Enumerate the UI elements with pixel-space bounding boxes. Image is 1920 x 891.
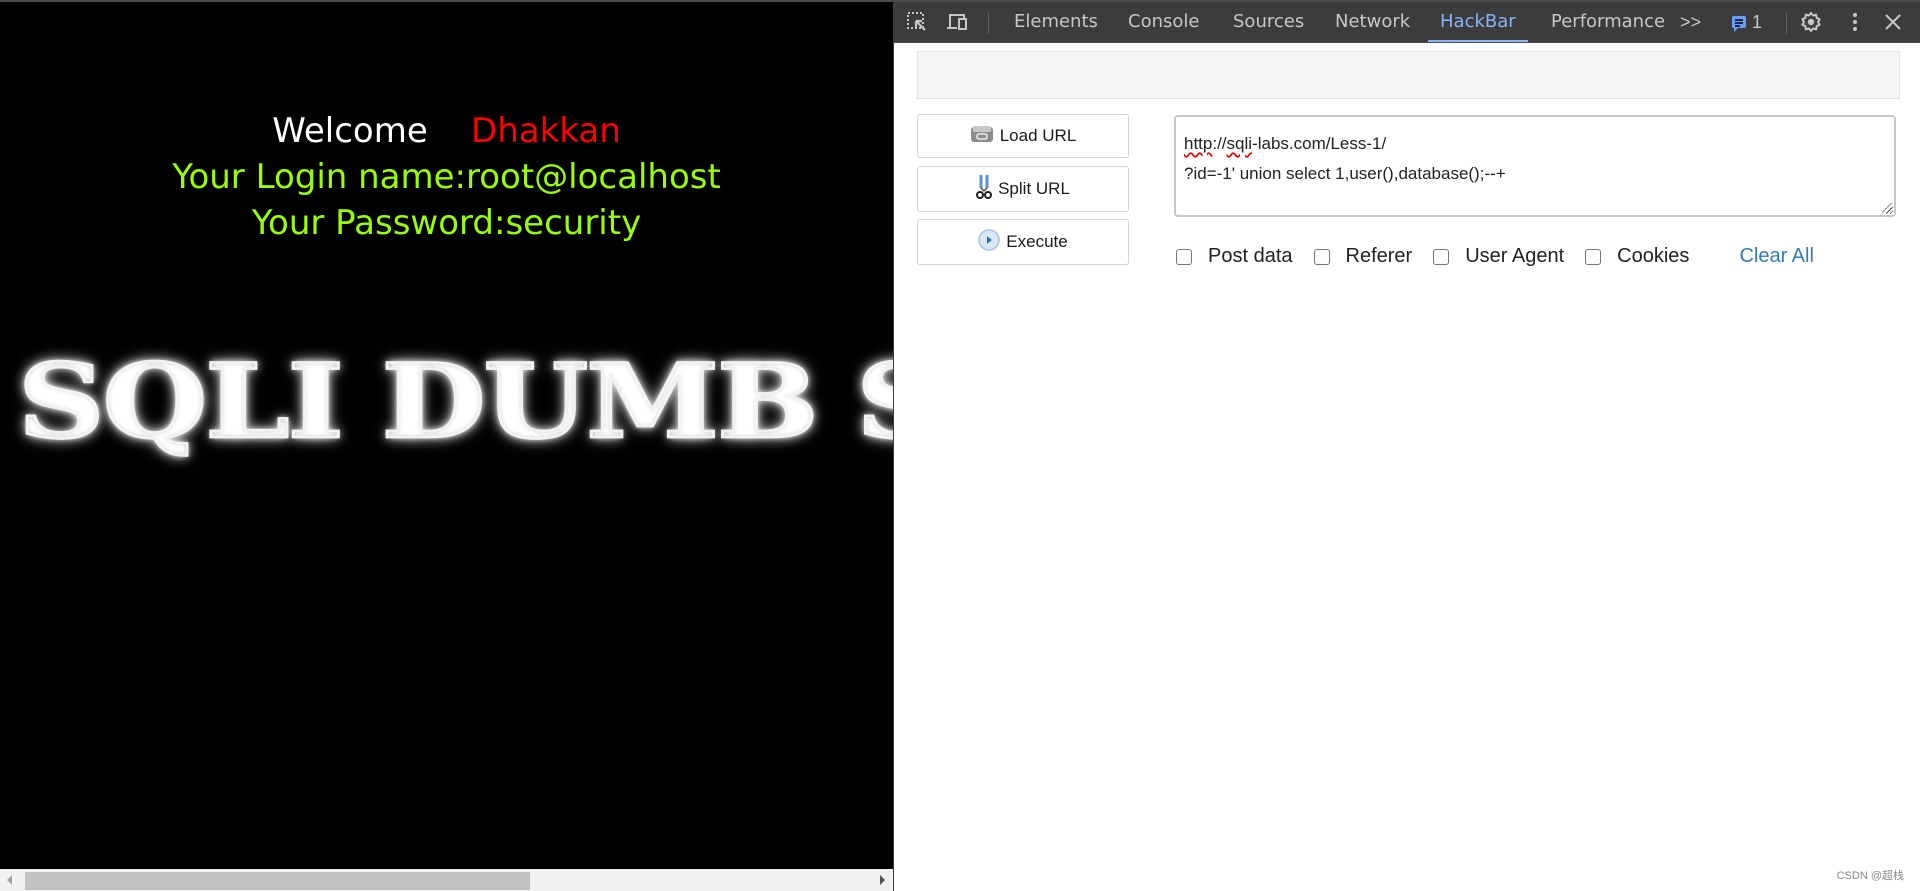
tab-sources[interactable]: Sources bbox=[1221, 2, 1316, 42]
checkbox-label: User Agent bbox=[1465, 245, 1565, 267]
password-line: Your Password:security bbox=[251, 203, 642, 243]
resize-grip-icon[interactable] bbox=[1882, 203, 1892, 213]
tab-hackbar[interactable]: HackBar bbox=[1428, 2, 1528, 42]
scroll-left-arrow-icon[interactable] bbox=[7, 875, 12, 885]
clear-all-link[interactable]: Clear All bbox=[1739, 245, 1813, 268]
issues-badge[interactable]: 1 bbox=[1732, 2, 1762, 42]
inspect-element-icon[interactable] bbox=[906, 11, 928, 33]
play-icon bbox=[978, 228, 1001, 256]
url-textarea[interactable]: http://sqli-labs.com/Less-1/ ?id=-1' uni… bbox=[1174, 115, 1896, 217]
devtools-panel: Elements Console Sources Network HackBar… bbox=[894, 2, 1920, 891]
horizontal-scrollbar[interactable] bbox=[0, 869, 893, 891]
post-data-checkbox[interactable]: Post data bbox=[1176, 245, 1293, 268]
kebab-menu-icon[interactable] bbox=[1844, 11, 1866, 33]
close-icon[interactable] bbox=[1882, 11, 1904, 33]
watermark: CSDN @超栈 bbox=[1836, 870, 1904, 882]
tab-elements[interactable]: Elements bbox=[1002, 2, 1110, 42]
devtools-tabbar: Elements Console Sources Network HackBar… bbox=[894, 2, 1920, 43]
load-url-button[interactable]: Load URL bbox=[917, 114, 1129, 158]
sqli-dumb-series-banner: SQLI DUMB SERIES bbox=[16, 341, 893, 463]
login-result-block: Welcome Dhakkan Your Login name:root@loc… bbox=[0, 108, 893, 246]
scroll-right-arrow-icon[interactable] bbox=[880, 875, 885, 885]
tab-performance[interactable]: Performance bbox=[1539, 2, 1677, 42]
cookies-checkbox[interactable]: Cookies bbox=[1585, 245, 1689, 268]
checkbox-box[interactable] bbox=[1433, 248, 1450, 265]
checkbox-box[interactable] bbox=[1585, 248, 1602, 265]
url-text-query: ?id=-1' union select 1,user(),database()… bbox=[1184, 164, 1506, 183]
more-tabs-chevron-icon[interactable]: >> bbox=[1680, 2, 1701, 42]
welcome-name: Dhakkan bbox=[471, 111, 621, 151]
checkbox-label: Post data bbox=[1208, 245, 1293, 267]
split-url-label: Split URL bbox=[998, 179, 1070, 198]
scissors-icon bbox=[976, 174, 993, 205]
device-toolbar-icon[interactable] bbox=[945, 11, 967, 33]
url-text-separator: :// bbox=[1212, 134, 1227, 153]
execute-button[interactable]: Execute bbox=[917, 219, 1129, 265]
welcome-line: Welcome Dhakkan bbox=[0, 108, 893, 154]
toolbar-separator bbox=[1786, 12, 1787, 34]
issues-count: 1 bbox=[1752, 12, 1763, 32]
referer-checkbox[interactable]: Referer bbox=[1313, 245, 1413, 268]
load-url-label: Load URL bbox=[999, 126, 1077, 145]
tab-console[interactable]: Console bbox=[1116, 2, 1211, 42]
checkbox-box[interactable] bbox=[1176, 248, 1192, 265]
web-page-viewport: Welcome Dhakkan Your Login name:root@loc… bbox=[0, 2, 893, 891]
message-icon bbox=[1732, 16, 1746, 32]
url-text-path: -labs.com/Less-1/ bbox=[1252, 134, 1387, 153]
execute-label: Execute bbox=[1006, 232, 1068, 251]
load-url-icon bbox=[970, 124, 994, 149]
url-text-http: http bbox=[1184, 134, 1213, 153]
user-agent-checkbox[interactable]: User Agent bbox=[1433, 245, 1564, 268]
checkbox-box[interactable] bbox=[1313, 248, 1330, 265]
split-url-button[interactable]: Split URL bbox=[917, 166, 1129, 212]
url-text-host-part: sqli bbox=[1226, 134, 1253, 153]
hackbar-header-strip bbox=[917, 51, 1900, 99]
welcome-label: Welcome bbox=[272, 111, 428, 151]
scrollbar-thumb[interactable] bbox=[25, 872, 530, 890]
checkbox-label: Referer bbox=[1345, 245, 1413, 267]
toolbar-separator bbox=[988, 12, 989, 34]
tab-network[interactable]: Network bbox=[1323, 2, 1422, 42]
gear-icon[interactable] bbox=[1800, 11, 1822, 33]
login-name-line: Your Login name:root@localhost bbox=[172, 157, 721, 197]
hackbar-options: Post data Referer User Agent Cookies Cle… bbox=[1176, 245, 1814, 268]
checkbox-label: Cookies bbox=[1617, 245, 1690, 267]
